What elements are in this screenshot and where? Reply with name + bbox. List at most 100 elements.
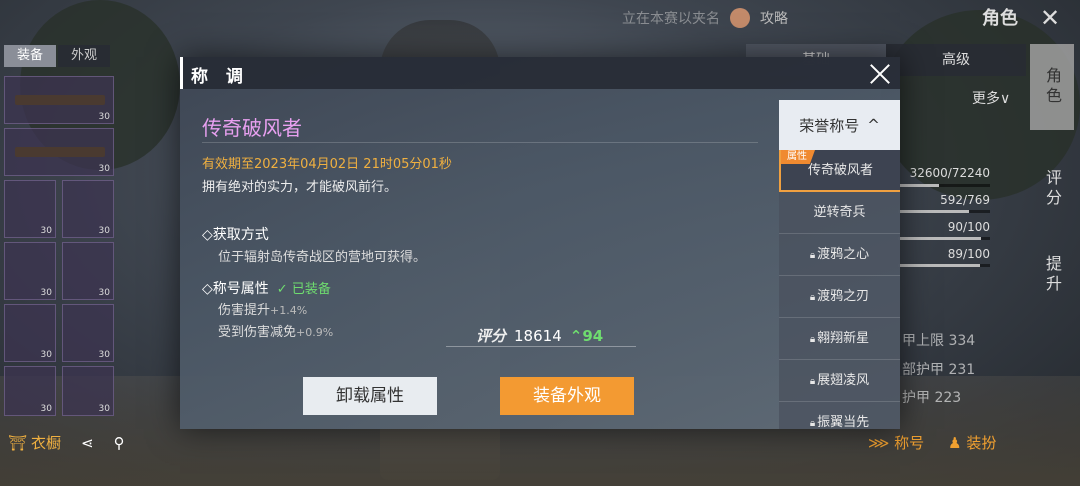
stat-bar xyxy=(898,210,990,213)
score-label: 评分 xyxy=(476,327,507,345)
chevrons-icon: ⋙ xyxy=(868,434,890,452)
attribute-tag: 属性 xyxy=(781,150,815,164)
top-hint: 立在本赛以夹名 xyxy=(622,11,720,27)
bottom-right-bar: ⋙ 称号 ♟ 装扮 xyxy=(868,432,996,453)
lock-icon: 🔒︎ xyxy=(809,418,816,429)
wardrobe-icon: ⛩ xyxy=(8,433,28,452)
list-item-label: 振翼当先 xyxy=(817,415,870,429)
slot-count: 30 xyxy=(40,350,52,360)
page-title: 角色 xyxy=(982,8,1018,29)
check-icon: ✓ xyxy=(276,282,288,297)
lock-icon: 🔒︎ xyxy=(809,376,816,387)
rifle-icon xyxy=(15,95,105,105)
list-item[interactable]: 逆转奇兵 xyxy=(779,192,900,234)
obtain-heading: ◇获取方式 xyxy=(202,227,269,243)
equip-appearance-button[interactable]: 装备外观 xyxy=(500,377,634,415)
title-list: 荣誉称号 ^ 属性 传奇破风者 逆转奇兵 🔒︎ 渡鸦之心 🔒︎ 渡鸦之刃 🔒︎ 翱翔新星 … xyxy=(779,100,900,429)
expire-text: 有效期至2023年04月02日 21时05分01秒 xyxy=(202,157,452,172)
slot-count: 30 xyxy=(40,226,52,236)
share-icon[interactable]: ⋖ xyxy=(81,434,94,452)
stat-fill xyxy=(898,210,969,213)
side-tab-upgrade[interactable]: 提升 xyxy=(1030,232,1074,318)
lock-icon: 🔒︎ xyxy=(809,334,816,345)
armor-stat: 护甲 223 xyxy=(902,390,962,406)
strategy-bar: 立在本赛以夹名 攻略 xyxy=(622,8,788,28)
list-item[interactable]: 🔒︎ 渡鸦之心 xyxy=(779,234,900,276)
item-slot[interactable]: 30 xyxy=(62,366,114,416)
list-item[interactable]: 🔒︎ 振翼当先 xyxy=(779,402,900,429)
person-icon: ♟ xyxy=(948,434,962,452)
stat-fill xyxy=(898,237,981,240)
stat-bar xyxy=(898,184,990,187)
attr-line: 伤害提升+1.4% xyxy=(218,299,307,318)
item-slot[interactable]: 30 xyxy=(62,304,114,362)
item-slot[interactable]: 30 xyxy=(62,180,114,238)
weapon-slot[interactable]: 30 xyxy=(4,128,114,176)
weapon-slot[interactable]: 30 xyxy=(4,76,114,124)
score-increase: ⌃94 xyxy=(570,327,603,345)
strategy-link[interactable]: 攻略 xyxy=(760,8,788,28)
attr-name: 伤害提升 xyxy=(218,303,271,318)
tab-advanced[interactable]: 高级 xyxy=(886,44,1026,76)
list-item-label: 翱翔新星 xyxy=(817,331,870,346)
zoom-icon[interactable]: ⚲ xyxy=(114,434,125,452)
score-readout: 评分 18614 ⌃94 xyxy=(446,325,636,347)
stat-value: 90/100 xyxy=(947,220,990,234)
chevron-up-icon: ^ xyxy=(867,116,880,134)
stat-value: 32600/72240 xyxy=(909,166,990,180)
more-button[interactable]: 更多∨ xyxy=(972,88,1010,108)
stat-fill xyxy=(898,264,980,267)
list-item-label: 展翅凌风 xyxy=(817,373,870,388)
close-icon[interactable] xyxy=(867,61,893,87)
more-label: 更多 xyxy=(972,91,1000,107)
list-item[interactable]: 🔒︎ 翱翔新星 xyxy=(779,318,900,360)
chevron-down-icon: ∨ xyxy=(1000,91,1011,107)
score-increase-value: 94 xyxy=(582,326,604,345)
slot-count: 30 xyxy=(40,404,52,414)
stat-bar xyxy=(898,237,990,240)
modal-header: 称 调 xyxy=(180,57,900,89)
unload-attribute-button[interactable]: 卸载属性 xyxy=(303,377,437,415)
attr-value: +1.4% xyxy=(270,304,308,317)
stat-value: 592/769 xyxy=(940,193,990,207)
side-tab-score[interactable]: 评分 xyxy=(1030,146,1074,232)
title-description: 拥有绝对的实力，才能破风前行。 xyxy=(202,180,398,195)
item-slot[interactable]: 30 xyxy=(4,366,56,416)
attr-heading: ◇称号属性 ✓ 已装备 xyxy=(202,278,331,298)
score-value: 18614 xyxy=(514,326,562,345)
list-item-label: 渡鸦之刃 xyxy=(817,289,870,304)
slot-count: 30 xyxy=(98,350,110,360)
attr-heading-label: ◇称号属性 xyxy=(202,281,269,297)
title-label: 称号 xyxy=(894,434,925,452)
list-item[interactable]: 属性 传奇破风者 xyxy=(779,150,900,192)
title-category-dropdown[interactable]: 荣誉称号 ^ xyxy=(779,100,900,150)
item-slot[interactable]: 30 xyxy=(4,180,56,238)
stat-value: 89/100 xyxy=(947,247,990,261)
rifle-icon xyxy=(15,147,105,157)
close-icon[interactable]: ✕ xyxy=(1040,4,1060,32)
slot-count: 30 xyxy=(98,164,110,174)
title-button[interactable]: ⋙ 称号 xyxy=(868,432,924,453)
outfit-button[interactable]: ♟ 装扮 xyxy=(948,432,996,453)
divider xyxy=(202,142,758,143)
item-slot[interactable]: 30 xyxy=(4,242,56,300)
inventory-tabs: 装备 外观 xyxy=(4,45,110,67)
item-slot[interactable]: 30 xyxy=(4,304,56,362)
tab-appearance[interactable]: 外观 xyxy=(58,45,110,67)
equipped-badge: ✓ 已装备 xyxy=(277,282,331,297)
attr-line: 受到伤害减免+0.9% xyxy=(218,321,333,340)
title-name: 传奇破风者 xyxy=(202,116,302,140)
side-tab-role[interactable]: 角色 xyxy=(1030,44,1074,130)
list-item-label: 逆转奇兵 xyxy=(813,205,866,220)
wardrobe-button[interactable]: ⛩ 衣橱 xyxy=(8,432,61,453)
wardrobe-label: 衣橱 xyxy=(31,434,62,452)
lock-icon: 🔒︎ xyxy=(809,292,816,303)
armor-stat: 甲上限 334 xyxy=(902,333,976,349)
slot-count: 30 xyxy=(98,404,110,414)
slot-count: 30 xyxy=(98,226,110,236)
list-item-label: 渡鸦之心 xyxy=(817,247,870,262)
list-item[interactable]: 🔒︎ 展翅凌风 xyxy=(779,360,900,402)
item-slot[interactable]: 30 xyxy=(62,242,114,300)
tab-equipment[interactable]: 装备 xyxy=(4,45,56,67)
list-item[interactable]: 🔒︎ 渡鸦之刃 xyxy=(779,276,900,318)
